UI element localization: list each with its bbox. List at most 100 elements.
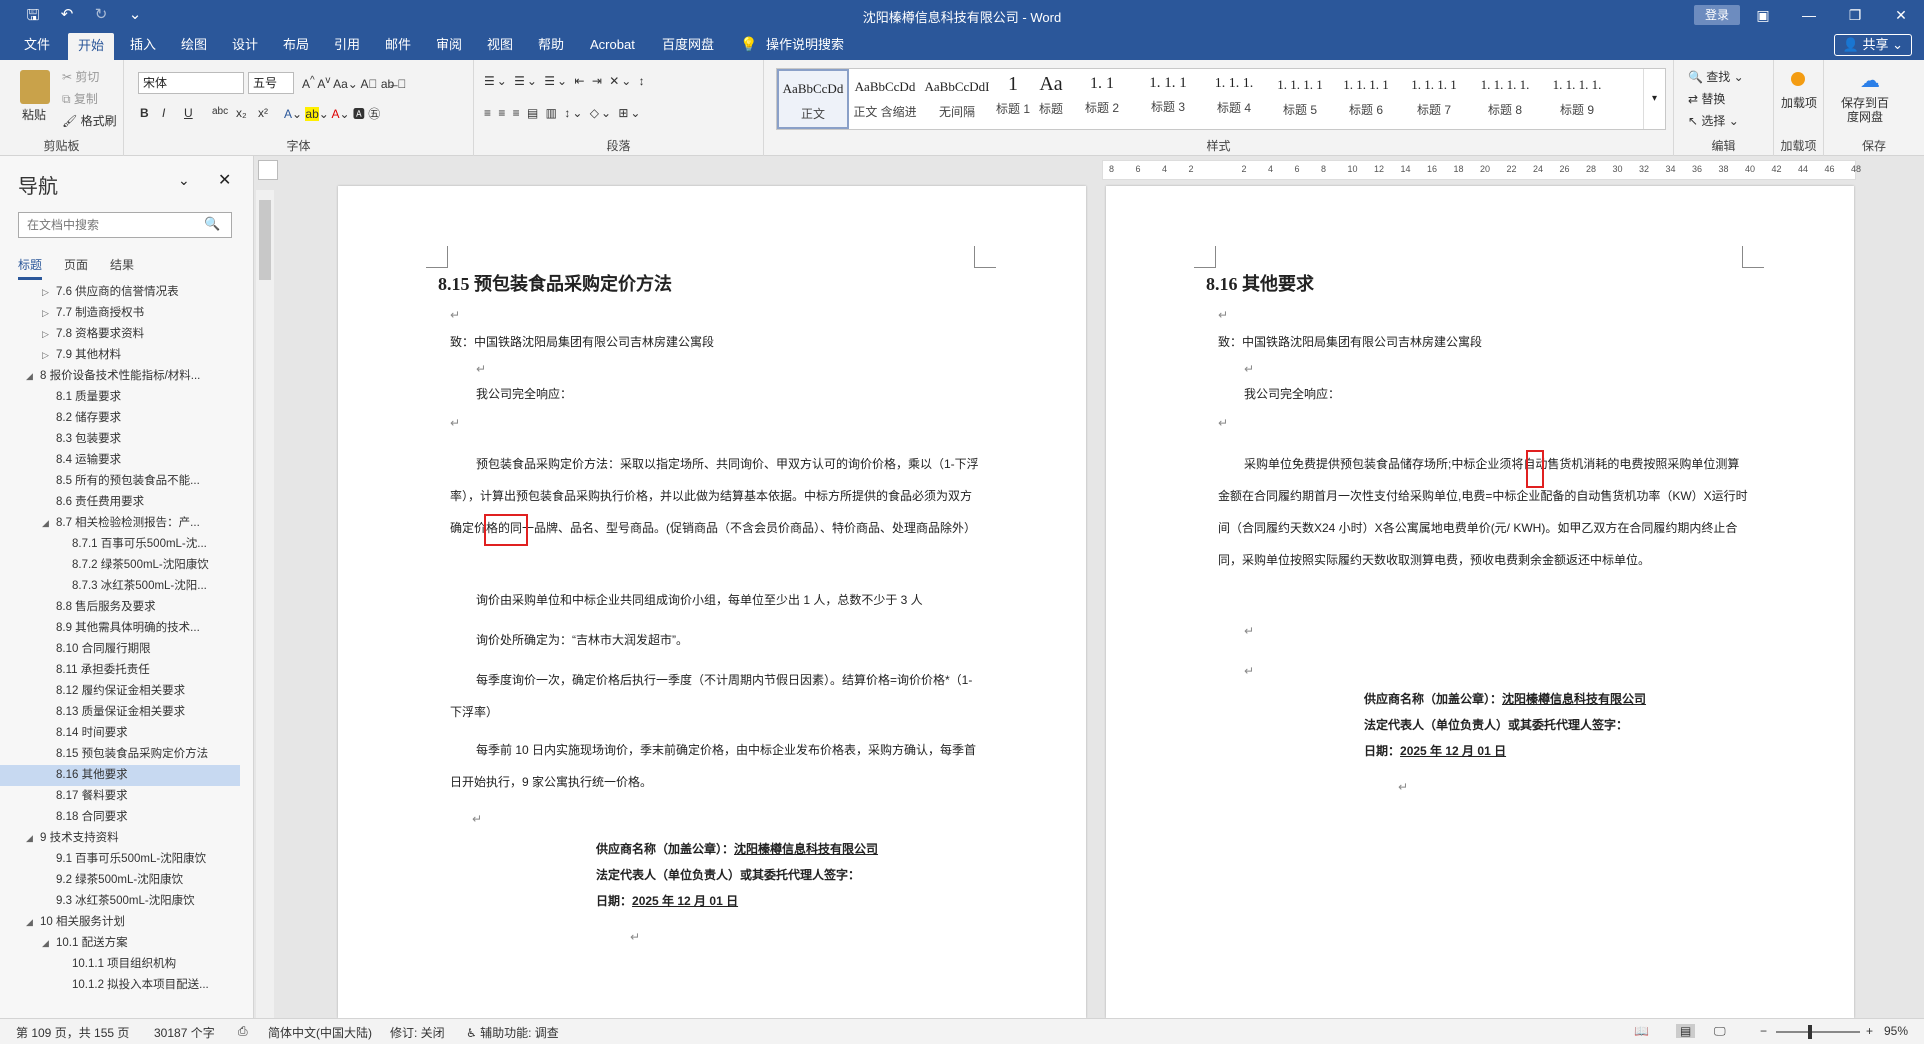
style-heading1[interactable]: 1 标题 1 — [993, 69, 1033, 129]
underline-button[interactable]: U — [184, 106, 193, 120]
nav-item[interactable]: 8.5 所有的预包装食品不能... — [0, 471, 240, 492]
nav-item[interactable]: 8.1 质量要求 — [0, 387, 240, 408]
nav-item[interactable]: ▷ 7.9 其他材料 — [0, 345, 240, 366]
print-layout-icon[interactable]: ▤ — [1676, 1024, 1696, 1038]
nav-item[interactable]: ◢ 10 相关服务计划 — [0, 912, 240, 933]
close-icon[interactable]: ✕ — [1878, 0, 1924, 30]
cut-button[interactable]: ✂ 剪切 — [62, 68, 99, 85]
tab-help[interactable]: 帮助 — [528, 30, 574, 60]
nav-options-icon[interactable]: ⌄ — [178, 172, 190, 189]
tab-home[interactable]: 开始 — [68, 33, 115, 60]
horizontal-ruler[interactable]: 8 6 4 2 2 4 6 8 10 12 14 16 18 20 22 24 26 28 30 32 34 36 38 40… — [1102, 160, 1861, 180]
tab-layout[interactable]: 布局 — [273, 30, 319, 60]
language[interactable]: 简体中文(中国大陆) — [268, 1024, 372, 1041]
style-heading3[interactable]: 1. 1. 1 标题 3 — [1135, 69, 1201, 129]
nav-item[interactable]: 8.2 储存要求 — [0, 408, 240, 429]
nav-item[interactable]: 8.6 责任费用要求 — [0, 492, 240, 513]
nav-item[interactable]: 8.16 其他要求 — [0, 765, 240, 786]
copy-button[interactable]: ⧉ 复制 — [62, 90, 98, 107]
font-size-box[interactable]: 五号 — [248, 72, 294, 94]
grow-font-icon[interactable]: A^ Av Aa⌄ A⃠ ab̶ 🄰 — [302, 75, 407, 91]
nav-item[interactable]: ◢ 9 技术支持资料 — [0, 828, 240, 849]
expand-arrow-icon[interactable]: ◢ — [26, 366, 33, 387]
style-heading2[interactable]: 1. 1 标题 2 — [1069, 69, 1135, 129]
expand-arrow-icon[interactable]: ▷ — [42, 303, 49, 324]
nav-item[interactable]: 8.13 质量保证金相关要求 — [0, 702, 240, 723]
bullets-icon[interactable]: ☰⌄ ☰⌄ ☰⌄ ⇤ ⇥ ✕⌄ ↕ — [484, 74, 647, 88]
nav-item[interactable]: ▷ 7.6 供应商的信誉情况表 — [0, 282, 240, 303]
restore-icon[interactable]: ❐ — [1832, 0, 1878, 30]
find-button[interactable]: 🔍 查找 ⌄ — [1688, 68, 1744, 85]
zoom-slider[interactable] — [1776, 1031, 1860, 1033]
text-effects-icon[interactable]: A⌄ ab⌄ A⌄ 🅰 ㊄ — [284, 105, 380, 122]
style-normal[interactable]: AaBbCcDd 正文 — [777, 69, 849, 129]
tab-selector[interactable] — [258, 160, 278, 180]
nav-item[interactable]: ◢ 8 报价设备技术性能指标/材料... — [0, 366, 240, 387]
tab-insert[interactable]: 插入 — [120, 30, 166, 60]
baidu-cloud-icon[interactable]: ☁ — [1860, 68, 1880, 93]
nav-item[interactable]: 8.10 合同履行期限 — [0, 639, 240, 660]
expand-arrow-icon[interactable]: ◢ — [26, 828, 33, 849]
tab-baidu[interactable]: 百度网盘 — [652, 30, 724, 60]
zoom-out-icon[interactable]: − — [1760, 1024, 1767, 1038]
proofing-icon[interactable]: ⎙ — [238, 1024, 248, 1039]
expand-arrow-icon[interactable]: ◢ — [42, 933, 49, 954]
nav-item[interactable]: 8.3 包装要求 — [0, 429, 240, 450]
font-name-box[interactable]: 宋体 — [138, 72, 244, 94]
save-to-baidu-button[interactable]: 保存到百度网盘 — [1838, 96, 1892, 124]
style-heading9[interactable]: 1. 1. 1. 1. 标题 9 — [1541, 69, 1613, 129]
nav-item[interactable]: 8.12 履约保证金相关要求 — [0, 681, 240, 702]
tab-acrobat[interactable]: Acrobat — [580, 30, 645, 60]
ribbon-display-icon[interactable]: ▣ — [1740, 0, 1786, 30]
select-button[interactable]: ↖ 选择 ⌄ — [1688, 112, 1739, 129]
replace-button[interactable]: ⇄ 替换 — [1688, 90, 1725, 107]
nav-item[interactable]: ▷ 7.7 制造商授权书 — [0, 303, 240, 324]
tab-review[interactable]: 审阅 — [426, 30, 472, 60]
tab-design[interactable]: 设计 — [222, 30, 268, 60]
nav-item[interactable]: 8.8 售后服务及要求 — [0, 597, 240, 618]
nav-item[interactable]: 8.7.2 绿茶500mL-沈阳康饮 — [0, 555, 240, 576]
nav-item[interactable]: 9.3 冰红茶500mL-沈阳康饮 — [0, 891, 240, 912]
tab-file[interactable]: 文件 — [14, 30, 60, 60]
nav-item[interactable]: 9.2 绿茶500mL-沈阳康饮 — [0, 870, 240, 891]
style-heading4[interactable]: 1. 1. 1. 标题 4 — [1201, 69, 1267, 129]
nav-item[interactable]: 10.1.1 项目组织机构 — [0, 954, 240, 975]
addins-icon[interactable] — [1791, 72, 1805, 86]
customize-qat-icon[interactable]: ⌄ — [124, 5, 146, 30]
accessibility[interactable]: ♿ 辅助功能: 调查 — [466, 1024, 559, 1041]
nav-item[interactable]: ▷ 7.8 资格要求资料 — [0, 324, 240, 345]
style-heading8[interactable]: 1. 1. 1. 1. 标题 8 — [1469, 69, 1541, 129]
nav-item[interactable]: 9.1 百事可乐500mL-沈阳康饮 — [0, 849, 240, 870]
share-button[interactable]: 👤 共享 ⌄ — [1833, 34, 1912, 56]
nav-item[interactable]: 8.4 运输要求 — [0, 450, 240, 471]
nav-item[interactable]: 8.7.3 冰红茶500mL-沈阳... — [0, 576, 240, 597]
align-left-icon[interactable]: ≡ ≡ ≡ ▤ ▥ ↕⌄ ◇⌄ ⊞⌄ — [484, 106, 642, 120]
style-heading5[interactable]: 1. 1. 1. 1 标题 5 — [1267, 69, 1333, 129]
nav-item[interactable]: ◢ 10.1 配送方案 — [0, 933, 240, 954]
minimize-icon[interactable]: — — [1786, 0, 1832, 30]
expand-arrow-icon[interactable]: ▷ — [42, 345, 49, 366]
superscript-button[interactable]: x² — [258, 106, 268, 120]
style-nospacing[interactable]: AaBbCcDdI 无间隔 — [921, 69, 993, 129]
scroll-thumb[interactable] — [259, 200, 271, 280]
strikethrough-button[interactable]: abc — [212, 106, 228, 117]
paste-button[interactable]: 粘贴 — [22, 106, 46, 123]
track-changes[interactable]: 修订: 关闭 — [390, 1024, 445, 1041]
nav-item[interactable]: 8.18 合同要求 — [0, 807, 240, 828]
nav-tab-headings[interactable]: 标题 — [18, 256, 43, 280]
nav-item[interactable]: 8.11 承担委托责任 — [0, 660, 240, 681]
zoom-in-icon[interactable]: + — [1866, 1024, 1873, 1038]
nav-search-input[interactable]: 在文档中搜索 — [18, 212, 232, 238]
expand-arrow-icon[interactable]: ▷ — [42, 282, 49, 303]
web-layout-icon[interactable]: 🖵 — [1714, 1024, 1726, 1039]
page-right[interactable]: 8.16 其他要求 ↵ 致：中国铁路沈阳局集团有限公司吉林房建公寓段 ↵ 我公司… — [1106, 186, 1854, 1018]
page-left[interactable]: 8.15 预包装食品采购定价方法 ↵ 致：中国铁路沈阳局集团有限公司吉林房建公寓… — [338, 186, 1086, 1018]
page-count[interactable]: 第 109 页，共 155 页 — [16, 1024, 129, 1041]
expand-arrow-icon[interactable]: ◢ — [42, 513, 49, 534]
nav-item[interactable]: 8.14 时间要求 — [0, 723, 240, 744]
save-icon[interactable]: 🖫 — [22, 5, 44, 30]
nav-item[interactable]: 10.1.2 拟投入本项目配送... — [0, 975, 240, 996]
style-indent[interactable]: AaBbCcDd 正文 含缩进 — [849, 69, 921, 129]
zoom-level[interactable]: 95% — [1884, 1024, 1908, 1038]
tab-draw[interactable]: 绘图 — [171, 30, 217, 60]
